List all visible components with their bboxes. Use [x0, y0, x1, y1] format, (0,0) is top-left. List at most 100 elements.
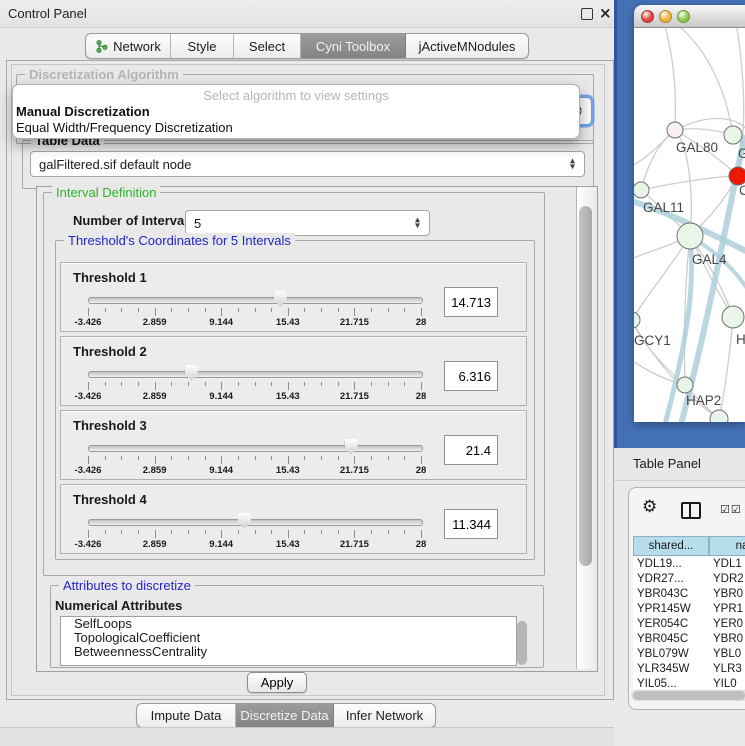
- tab-style[interactable]: Style: [171, 34, 234, 58]
- network-desktop-edge: [614, 0, 617, 448]
- table-row[interactable]: YBL079WYBL0: [633, 647, 745, 662]
- spinner-arrows-icon[interactable]: ▲▼: [415, 218, 420, 229]
- table-header-row: shared...name: [633, 536, 745, 556]
- close-icon[interactable]: ×: [599, 4, 612, 22]
- table-cell[interactable]: YPR145W: [633, 602, 709, 617]
- node-gal11[interactable]: [634, 182, 649, 198]
- slider-tick: [105, 382, 106, 386]
- float-window-icon[interactable]: [581, 8, 593, 20]
- slider-tick: [321, 382, 322, 386]
- node-gal80[interactable]: [667, 122, 683, 138]
- table-cell[interactable]: YPR1: [709, 602, 745, 617]
- table-cell[interactable]: YDR2: [709, 572, 745, 587]
- column-checkboxes-icon[interactable]: ☑☑: [720, 503, 742, 516]
- settings-scrollbar-thumb[interactable]: [579, 206, 592, 566]
- slider-tick-label: -3.426: [75, 317, 102, 328]
- table-hscrollbar-track[interactable]: [631, 690, 745, 701]
- table-cell[interactable]: YER0: [709, 617, 745, 632]
- table-cell[interactable]: YDL1: [709, 557, 745, 572]
- table-row[interactable]: YIL05...YIL0: [633, 677, 745, 689]
- interval-definition-group-title: Interval Definition: [52, 185, 160, 200]
- list-item[interactable]: TopologicalCoefficient: [61, 631, 516, 645]
- table-cell[interactable]: YIL0: [709, 677, 745, 689]
- table-cell[interactable]: YBR0: [709, 587, 745, 602]
- slider-thumb[interactable]: [238, 513, 251, 529]
- popup-item-manual-discretization[interactable]: Manual Discretization: [16, 104, 150, 119]
- list-item[interactable]: SelfLoops: [61, 617, 516, 631]
- slider-thumb[interactable]: [185, 365, 198, 381]
- slider-tick: [221, 456, 222, 464]
- tab-network[interactable]: Network: [86, 34, 171, 58]
- slider-track[interactable]: [88, 519, 423, 526]
- table-row[interactable]: YPR145WYPR1: [633, 602, 745, 617]
- slider-thumb[interactable]: [274, 291, 287, 307]
- threshold-value-field[interactable]: [444, 509, 498, 539]
- table-cell[interactable]: YBL0: [709, 647, 745, 662]
- table-cell[interactable]: YER054C: [633, 617, 709, 632]
- tab-select[interactable]: Select: [234, 34, 301, 58]
- table-row[interactable]: YBR043CYBR0: [633, 587, 745, 602]
- slider-tick: [121, 382, 122, 386]
- attributes-list-scrollbar-thumb[interactable]: [517, 621, 527, 665]
- table-cell[interactable]: YIL05...: [633, 677, 709, 689]
- list-item[interactable]: BetweennessCentrality: [61, 645, 516, 659]
- minimize-traffic-light[interactable]: [659, 10, 672, 23]
- tab-impute-data[interactable]: Impute Data: [137, 704, 236, 727]
- table-row[interactable]: YER054CYER0: [633, 617, 745, 632]
- slider-tick: [288, 382, 289, 390]
- tab-jactivemnodules[interactable]: jActiveMNodules: [406, 34, 528, 58]
- table-cell[interactable]: YDL19...: [633, 557, 709, 572]
- slider-tick: [255, 530, 256, 534]
- slider-track[interactable]: [88, 297, 423, 304]
- apply-button[interactable]: Apply: [247, 672, 307, 693]
- table-column-header[interactable]: shared...: [633, 536, 709, 556]
- slider-tick: [255, 456, 256, 460]
- table-row[interactable]: YDL19...YDL1: [633, 557, 745, 572]
- threshold-label: Threshold 1: [73, 270, 147, 285]
- table-data-combobox[interactable]: galFiltered.sif default node ▲▼: [30, 151, 585, 177]
- slider-tick: [121, 308, 122, 312]
- node-gcy1[interactable]: [634, 312, 640, 328]
- thresholds-group-title: Threshold's Coordinates for 5 Intervals: [64, 233, 295, 248]
- node-ga[interactable]: [724, 126, 742, 144]
- split-view-icon[interactable]: [681, 502, 701, 519]
- table-row[interactable]: YBR045CYBR0: [633, 632, 745, 647]
- zoom-traffic-light[interactable]: [677, 10, 690, 23]
- table-cell[interactable]: YLR3: [709, 662, 745, 677]
- table-cell[interactable]: YBL079W: [633, 647, 709, 662]
- popup-item-equal-width-frequency[interactable]: Equal Width/Frequency Discretization: [16, 120, 233, 135]
- slider-track[interactable]: [88, 371, 423, 378]
- node-h[interactable]: [722, 306, 744, 328]
- table-row[interactable]: YDR27...YDR2: [633, 572, 745, 587]
- close-traffic-light[interactable]: [641, 10, 654, 23]
- table-cell[interactable]: YBR0: [709, 632, 745, 647]
- tab-cyni-toolbox[interactable]: Cyni Toolbox: [301, 34, 406, 58]
- table-column-header[interactable]: name: [709, 536, 745, 556]
- slider-tick: [238, 456, 239, 460]
- tab-infer-network[interactable]: Infer Network: [334, 704, 435, 727]
- slider-tick-label: -3.426: [75, 391, 102, 402]
- node-hap2[interactable]: [677, 377, 693, 393]
- cyni-mode-tabbar: Impute DataDiscretize DataInfer Network: [136, 703, 436, 728]
- table-cell[interactable]: YBR045C: [633, 632, 709, 647]
- threshold-value-field[interactable]: [444, 361, 498, 391]
- table-cell[interactable]: YDR27...: [633, 572, 709, 587]
- tab-label: jActiveMNodules: [419, 39, 516, 54]
- threshold-value-field[interactable]: [444, 287, 498, 317]
- node-gal4[interactable]: [677, 223, 703, 249]
- table-cell[interactable]: YBR043C: [633, 587, 709, 602]
- tab-discretize-data[interactable]: Discretize Data: [236, 704, 334, 727]
- threshold-value-field[interactable]: [444, 435, 498, 465]
- slider-tick: [271, 308, 272, 312]
- table-row[interactable]: YLR345WYLR3: [633, 662, 745, 677]
- slider-track[interactable]: [88, 445, 423, 452]
- network-canvas[interactable]: GAL80GACGAL11GAL4GCY1HHAP2: [634, 28, 745, 422]
- slider-tick-label: 21.715: [340, 317, 369, 328]
- slider-thumb[interactable]: [345, 439, 358, 455]
- slider-tick: [221, 308, 222, 316]
- network-window-titlebar[interactable]: [634, 5, 745, 28]
- gear-icon[interactable]: ⚙: [642, 497, 657, 517]
- table-hscrollbar-thumb[interactable]: [633, 691, 745, 700]
- node-edge-bottom[interactable]: [710, 410, 728, 422]
- table-cell[interactable]: YLR345W: [633, 662, 709, 677]
